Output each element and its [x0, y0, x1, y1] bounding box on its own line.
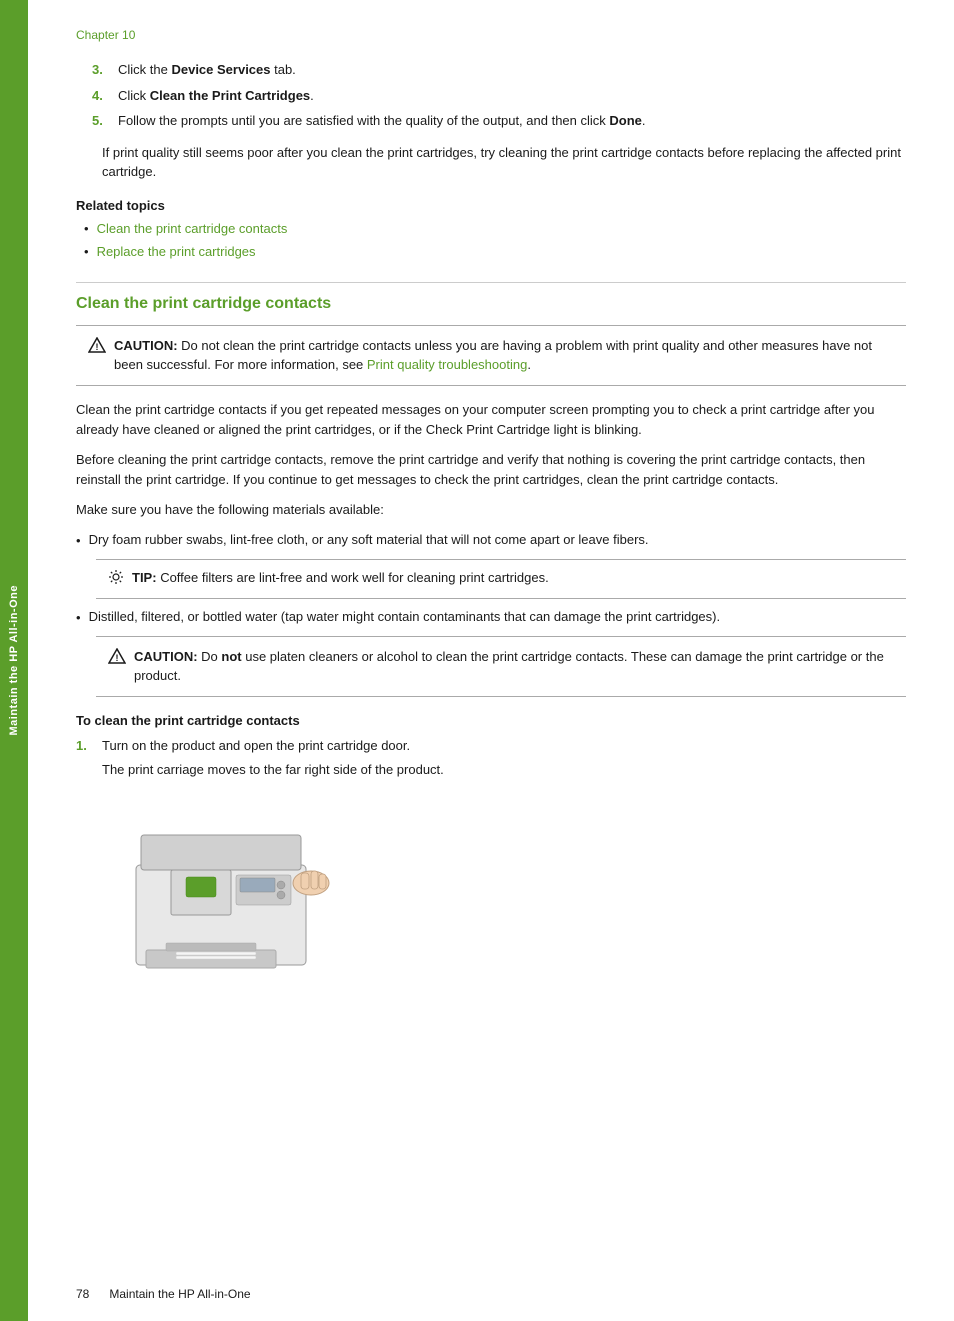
- step-5-num: 5.: [92, 111, 114, 131]
- bullet-text-1: Dry foam rubber swabs, lint-free cloth, …: [89, 530, 649, 550]
- related-topics: Related topics Clean the print cartridge…: [76, 198, 906, 262]
- footer: 78 Maintain the HP All-in-One: [76, 1287, 906, 1301]
- step-4: 4. Click Clean the Print Cartridges.: [92, 86, 906, 106]
- printer-svg: [116, 795, 356, 995]
- caution-label-2: CAUTION:: [134, 649, 198, 664]
- step5-follow-para: If print quality still seems poor after …: [102, 143, 906, 182]
- body-para-1: Clean the print cartridge contacts if yo…: [76, 400, 906, 440]
- caution-icon-1: !: [88, 337, 106, 361]
- step-3: 3. Click the Device Services tab.: [92, 60, 906, 80]
- caution-box-2: ! CAUTION: Do not use platen cleaners or…: [96, 636, 906, 697]
- section-divider: [76, 282, 906, 283]
- tip-sun-icon: [108, 569, 124, 591]
- bullet-section-1: • Dry foam rubber swabs, lint-free cloth…: [76, 530, 906, 599]
- clean-step-1: 1. Turn on the product and open the prin…: [76, 736, 906, 780]
- caution-icon-2: !: [108, 648, 126, 672]
- step-4-num: 4.: [92, 86, 114, 106]
- bullet-dot-1: •: [76, 531, 81, 551]
- section-heading: Clean the print cartridge contacts: [76, 295, 906, 313]
- related-link-2[interactable]: Replace the print cartridges: [84, 242, 906, 262]
- step-5-content: Follow the prompts until you are satisfi…: [118, 111, 906, 131]
- sidebar: Maintain the HP All-in-One: [0, 0, 28, 1321]
- related-topics-list: Clean the print cartridge contacts Repla…: [84, 219, 906, 262]
- svg-text:!: !: [96, 342, 99, 352]
- replace-cartridge-link[interactable]: Replace the print cartridges: [97, 242, 256, 262]
- tip-box: TIP: Coffee filters are lint-free and wo…: [96, 559, 906, 600]
- caution-label-1: CAUTION:: [114, 338, 178, 353]
- tip-label: TIP:: [132, 570, 157, 585]
- caution-text-2: CAUTION: Do not use platen cleaners or a…: [134, 647, 894, 686]
- step-3-num: 3.: [92, 60, 114, 80]
- caution-period-1: .: [527, 357, 531, 372]
- caution-box-1: ! CAUTION: Do not clean the print cartri…: [76, 325, 906, 386]
- related-topics-title: Related topics: [76, 198, 906, 213]
- clean-step-1-content: Turn on the product and open the print c…: [102, 736, 906, 780]
- clean-step-1-text: Turn on the product and open the print c…: [102, 738, 410, 753]
- tip-text: TIP: Coffee filters are lint-free and wo…: [132, 568, 549, 588]
- bullet-dot-2: •: [76, 608, 81, 628]
- clean-step-1-sub: The print carriage moves to the far righ…: [102, 760, 906, 780]
- body-para-2: Before cleaning the print cartridge cont…: [76, 450, 906, 490]
- caution-text-1: CAUTION: Do not clean the print cartridg…: [114, 336, 894, 375]
- intro-steps-list: 3. Click the Device Services tab. 4. Cli…: [92, 60, 906, 131]
- tip-content: Coffee filters are lint-free and work we…: [160, 570, 549, 585]
- related-link-1[interactable]: Clean the print cartridge contacts: [84, 219, 906, 239]
- footer-text: Maintain the HP All-in-One: [109, 1287, 250, 1301]
- chapter-label: Chapter 10: [76, 28, 906, 42]
- caution-not: not: [221, 649, 241, 664]
- print-quality-link[interactable]: Print quality troubleshooting: [367, 357, 527, 372]
- svg-text:!: !: [116, 653, 119, 663]
- to-heading: To clean the print cartridge contacts: [76, 713, 906, 728]
- bullet-item-1: • Dry foam rubber swabs, lint-free cloth…: [76, 530, 906, 551]
- step-list: 1. Turn on the product and open the prin…: [76, 736, 906, 780]
- step-5: 5. Follow the prompts until you are sati…: [92, 111, 906, 131]
- caution-body-2b: use platen cleaners or alcohol to clean …: [134, 649, 884, 684]
- bullet-section-2: • Distilled, filtered, or bottled water …: [76, 607, 906, 697]
- caution-body-2a: Do: [201, 649, 221, 664]
- step-4-content: Click Clean the Print Cartridges.: [118, 86, 906, 106]
- body-para-3: Make sure you have the following materia…: [76, 500, 906, 520]
- footer-page-number: 78: [76, 1287, 89, 1301]
- sidebar-label: Maintain the HP All-in-One: [8, 585, 20, 736]
- main-content: Chapter 10 3. Click the Device Services …: [28, 0, 954, 1321]
- bullet-item-2: • Distilled, filtered, or bottled water …: [76, 607, 906, 628]
- clean-step-1-num: 1.: [76, 736, 98, 780]
- bullet-text-2: Distilled, filtered, or bottled water (t…: [89, 607, 721, 627]
- step-3-content: Click the Device Services tab.: [118, 60, 906, 80]
- printer-illustration: [116, 795, 906, 998]
- clean-cartridge-link[interactable]: Clean the print cartridge contacts: [97, 219, 288, 239]
